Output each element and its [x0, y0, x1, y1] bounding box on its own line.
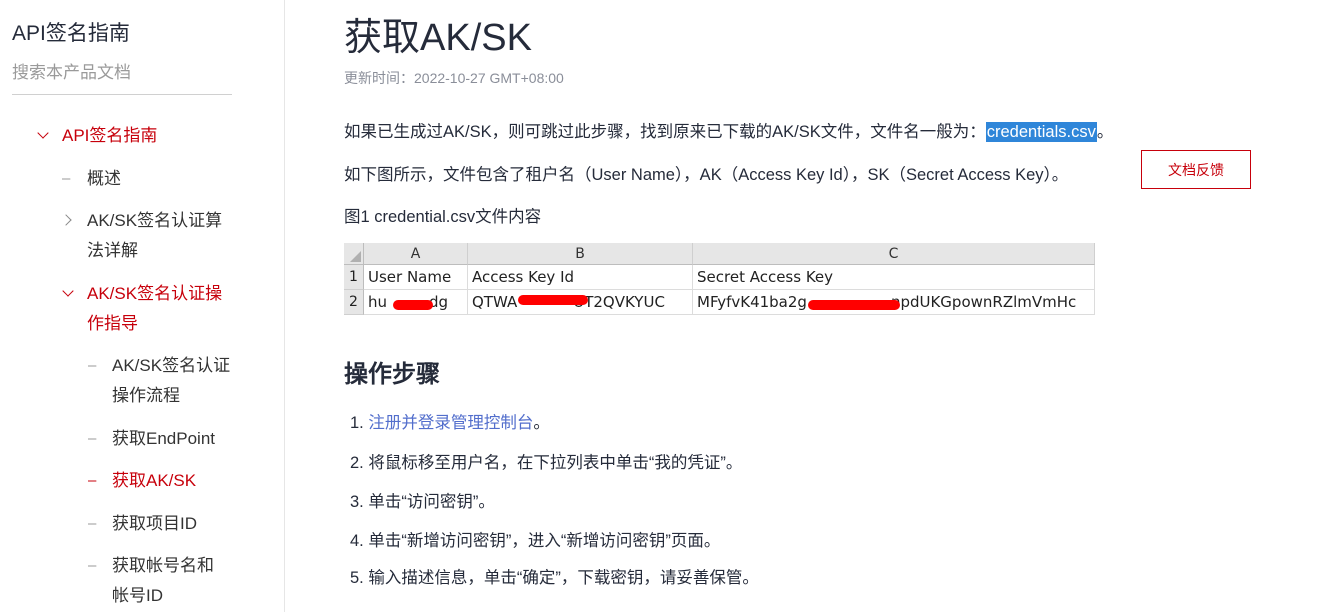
sidebar-item-label: 操作流程 [112, 386, 180, 405]
paragraph-2: 如下图所示，文件包含了租户名（User Name），AK（Access Key … [344, 166, 1069, 184]
dash-icon: – [88, 472, 97, 489]
cell-text: QTWA [472, 293, 518, 311]
sidebar-item-label: 获取帐号名和 [112, 556, 214, 575]
sidebar-item-account-id[interactable]: 获取帐号名和 帐号ID [112, 551, 282, 611]
column-header: A [364, 243, 468, 265]
page-title: 获取AK/SK [344, 17, 532, 59]
column-header: B [468, 243, 693, 265]
cell-text: MFyfvK41ba2g [697, 293, 807, 311]
step-text: 单击“访问密钥”。 [368, 493, 495, 511]
sheet-cell: Secret Access Key [693, 265, 1095, 290]
sidebar-item-api-guide[interactable]: API签名指南 [62, 121, 232, 151]
step-text: 输入描述信息，单击“确定”，下载密钥，请妥善保管。 [368, 569, 759, 587]
step-text: 将鼠标移至用户名，在下拉列表中单击“我的凭证”。 [368, 454, 743, 472]
dash-icon: – [88, 515, 97, 532]
sheet-cell: Access Key Id [468, 265, 693, 290]
step-number: 2. [350, 454, 364, 472]
section-title: 操作步骤 [344, 361, 440, 388]
paragraph-1: 如果已生成过AK/SK，则可跳过此步骤，找到原来已下载的AK/SK文件，文件名一… [344, 118, 1113, 142]
step-number: 1. [350, 414, 364, 432]
credentials-sheet-image: A B C 1 2 User Name Access Key Id Secret… [344, 243, 1095, 316]
sidebar-item-operation-flow[interactable]: AK/SK签名认证 操作流程 [112, 351, 282, 411]
highlighted-filename: credentials.csv [985, 122, 1097, 142]
sidebar-item-label: AK/SK签名认证算 [87, 211, 223, 230]
dash-icon: – [88, 557, 97, 574]
sidebar-item-project-id[interactable]: 获取项目ID [112, 509, 282, 539]
sidebar-item-label: 法详解 [87, 241, 138, 260]
sidebar-title: API签名指南 [12, 22, 130, 45]
search-input[interactable]: 搜索本产品文档 [12, 62, 232, 95]
cell-text: hu [368, 293, 388, 311]
step-item: 2. 将鼠标移至用户名，在下拉列表中单击“我的凭证”。 [350, 449, 742, 473]
figure-caption: 图1 credential.csv文件内容 [344, 208, 542, 226]
step-text: 。 [533, 414, 550, 432]
sidebar: API签名指南 搜索本产品文档 API签名指南 – 概述 AK/SK签名认证算 … [0, 0, 285, 612]
redaction-mark [808, 300, 900, 310]
dash-icon: – [88, 430, 97, 447]
sidebar-item-get-aksk[interactable]: 获取AK/SK [112, 466, 282, 496]
redaction-mark [518, 295, 588, 305]
step-number: 4. [350, 532, 364, 550]
column-header: C [693, 243, 1095, 265]
sidebar-item-overview[interactable]: 概述 [87, 164, 257, 194]
step-item: 1. 注册并登录管理控制台。 [350, 409, 550, 433]
chevron-down-icon[interactable] [37, 127, 49, 139]
sheet-corner [344, 243, 364, 265]
paragraph-text: 。 [1096, 123, 1114, 141]
sidebar-item-label: 帐号ID [112, 586, 163, 605]
step-item: 5. 输入描述信息，单击“确定”，下载密钥，请妥善保管。 [350, 564, 759, 588]
sidebar-item-endpoint[interactable]: 获取EndPoint [112, 424, 282, 454]
row-number: 2 [344, 290, 364, 315]
sidebar-item-label: AK/SK签名认证 [112, 356, 231, 375]
dash-icon: – [62, 170, 71, 187]
step-text: 单击“新增访问密钥”，进入“新增访问密钥”页面。 [368, 532, 721, 550]
sidebar-item-label: AK/SK签名认证操 [87, 284, 223, 303]
feedback-button[interactable]: 文档反馈 [1141, 150, 1251, 189]
step-number: 3. [350, 493, 364, 511]
step-item: 4. 单击“新增访问密钥”，进入“新增访问密钥”页面。 [350, 527, 720, 551]
updated-time: 更新时间：2022-10-27 GMT+08:00 [344, 70, 564, 86]
dash-icon: – [88, 357, 97, 374]
sidebar-item-label: 作指导 [87, 314, 138, 333]
console-link[interactable]: 注册并登录管理控制台 [368, 414, 533, 432]
row-number: 1 [344, 265, 364, 290]
sidebar-item-algorithm[interactable]: AK/SK签名认证算 法详解 [87, 206, 257, 266]
step-item: 3. 单击“访问密钥”。 [350, 488, 495, 512]
chevron-down-icon[interactable] [62, 285, 74, 297]
redaction-mark [393, 300, 433, 310]
sidebar-item-operation-guide[interactable]: AK/SK签名认证操 作指导 [87, 279, 257, 339]
chevron-right-icon[interactable] [60, 214, 72, 226]
sheet-cell: User Name [364, 265, 468, 290]
paragraph-text: 如果已生成过AK/SK，则可跳过此步骤，找到原来已下载的AK/SK文件，文件名一… [344, 123, 986, 141]
cell-text: npdUKGpownRZlmVmHc [890, 293, 1077, 311]
step-number: 5. [350, 569, 364, 587]
main-content: 获取AK/SK 更新时间：2022-10-27 GMT+08:00 如果已生成过… [284, 0, 1332, 612]
